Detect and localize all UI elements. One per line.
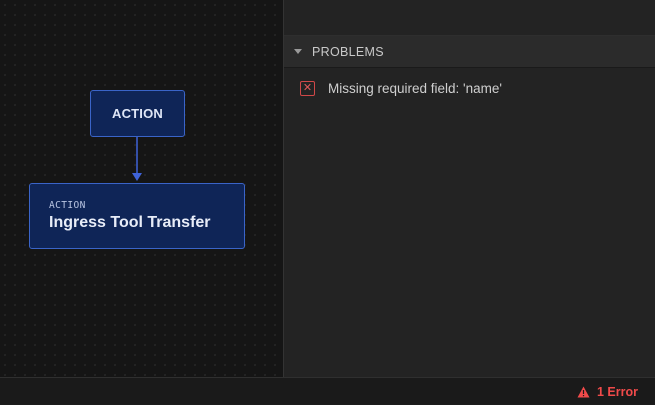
panel-toolbar [284, 0, 655, 36]
problem-item[interactable]: ✕ Missing required field: 'name' [284, 68, 655, 96]
status-bar: 1 Error [0, 377, 655, 404]
warning-icon [577, 386, 590, 398]
flow-canvas[interactable]: ACTION ACTION Ingress Tool Transfer [0, 0, 283, 377]
error-count-label: 1 Error [597, 384, 638, 399]
error-count-status[interactable]: 1 Error [577, 378, 638, 405]
problems-panel: PROBLEMS ✕ Missing required field: 'name… [283, 0, 655, 377]
problems-section-header[interactable]: PROBLEMS [284, 36, 655, 68]
problem-message: Missing required field: 'name' [328, 81, 502, 96]
error-icon: ✕ [300, 81, 315, 96]
node-title: Ingress Tool Transfer [49, 214, 211, 231]
node-type-label: ACTION [49, 200, 86, 211]
ingress-tool-transfer-node[interactable]: ACTION Ingress Tool Transfer [29, 183, 245, 249]
problems-title: PROBLEMS [312, 44, 384, 59]
caret-down-icon[interactable] [294, 49, 302, 54]
action-node[interactable]: ACTION [90, 90, 185, 137]
action-node-label: ACTION [111, 106, 164, 121]
